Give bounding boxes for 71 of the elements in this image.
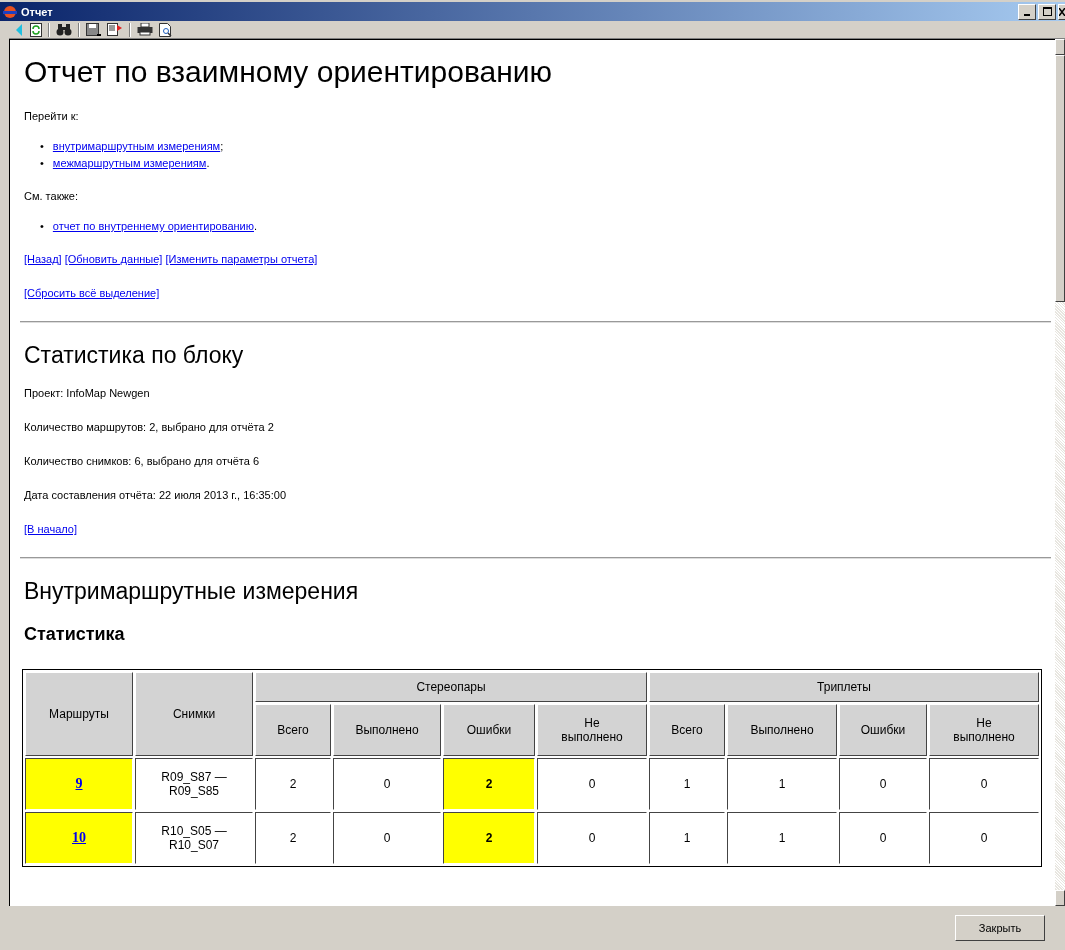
column-header: Маршруты bbox=[25, 672, 133, 756]
info-text: Проект: InfoMap Newgen bbox=[24, 387, 151, 400]
nav-link[interactable]: [Обновить данные] bbox=[64, 253, 163, 265]
subsection-heading: Статистика bbox=[24, 623, 126, 645]
refresh-icon[interactable] bbox=[30, 22, 42, 37]
see-also-label: См. также: bbox=[24, 190, 79, 203]
table-cell: 0 bbox=[839, 758, 927, 810]
section-heading: Внутримаршрутные измерения bbox=[24, 577, 360, 605]
table-cell: 1 bbox=[649, 812, 725, 864]
nav-link[interactable]: [Назад] bbox=[24, 253, 62, 265]
report-link[interactable]: отчет по внутреннему ориентированию bbox=[52, 220, 254, 232]
maximize-icon bbox=[1042, 7, 1052, 16]
reset-selection-link[interactable]: [Сбросить всё выделение] bbox=[24, 287, 160, 299]
list-bullet: • bbox=[40, 140, 44, 153]
printer-icon[interactable] bbox=[137, 23, 153, 36]
column-header: Ошибки bbox=[839, 704, 927, 756]
table-cell: 0 bbox=[929, 812, 1039, 864]
table-cell: 2 bbox=[443, 758, 535, 810]
table-cell: 1 bbox=[727, 758, 837, 810]
report-title: Отчет по взаимному ориентированию bbox=[24, 54, 554, 90]
scroll-thumb[interactable] bbox=[1055, 55, 1065, 302]
info-text: Количество маршрутов: 2, выбрано для отчёта 2 bbox=[24, 421, 275, 434]
group-header: Триплеты bbox=[649, 672, 1039, 702]
punctuation-text: . bbox=[206, 157, 210, 169]
binoculars-icon[interactable] bbox=[56, 23, 72, 36]
maximize-button[interactable] bbox=[1038, 3, 1056, 20]
print-preview-icon[interactable] bbox=[159, 22, 173, 37]
column-header: Не выполнено bbox=[537, 704, 647, 756]
column-header: Ошибки bbox=[443, 704, 535, 756]
table-cell: 0 bbox=[929, 758, 1039, 810]
column-header: Всего bbox=[649, 704, 725, 756]
minimize-icon bbox=[1024, 14, 1030, 16]
goto-label: Перейти к: bbox=[24, 110, 80, 123]
table-cell: 1 bbox=[649, 758, 725, 810]
table-cell: 0 bbox=[839, 812, 927, 864]
table-cell: 0 bbox=[333, 758, 441, 810]
column-header: Всего bbox=[255, 704, 331, 756]
table-cell: 0 bbox=[537, 812, 647, 864]
section-heading: Статистика по блоку bbox=[24, 341, 245, 369]
table-cell: 1 bbox=[727, 812, 837, 864]
table-cell: 2 bbox=[443, 812, 535, 864]
column-header: Снимки bbox=[135, 672, 253, 756]
scroll-up-button[interactable] bbox=[1055, 39, 1065, 55]
route-link[interactable]: 10 bbox=[72, 830, 86, 845]
table-cell: 2 bbox=[255, 758, 331, 810]
info-text: Количество снимков: 6, выбрано для отчёта 6 bbox=[24, 455, 260, 468]
route-link[interactable]: 9 bbox=[75, 776, 83, 791]
table-cell: R09_S87 — R09_S85 bbox=[135, 758, 253, 810]
window-close-button[interactable] bbox=[1058, 3, 1065, 20]
column-header: Не выполнено bbox=[929, 704, 1039, 756]
column-header: Выполнено bbox=[333, 704, 441, 756]
close-icon bbox=[1059, 7, 1065, 16]
window-title: Отчет bbox=[21, 5, 54, 18]
punctuation-text: . bbox=[254, 220, 258, 232]
table-cell: 0 bbox=[333, 812, 441, 864]
info-text: Дата составления отчёта: 22 июля 2013 г., 16:35:00 bbox=[24, 489, 287, 502]
close-button[interactable]: Закрыть bbox=[955, 915, 1045, 941]
punctuation-text: ; bbox=[220, 140, 224, 152]
app-logo-icon bbox=[2, 4, 18, 19]
nav-link[interactable]: [Изменить параметры отчета] bbox=[165, 253, 318, 265]
minimize-button[interactable] bbox=[1018, 3, 1036, 20]
table-cell: 0 bbox=[537, 758, 647, 810]
table-cell: 2 bbox=[255, 812, 331, 864]
scroll-down-button[interactable] bbox=[1055, 890, 1065, 906]
export-icon[interactable] bbox=[107, 22, 123, 37]
table-cell: R10_S05 — R10_S07 bbox=[135, 812, 253, 864]
column-header: Выполнено bbox=[727, 704, 837, 756]
list-bullet: • bbox=[40, 220, 44, 233]
list-bullet: • bbox=[40, 157, 44, 170]
group-header: Стереопары bbox=[255, 672, 647, 702]
to-top-link[interactable]: [В начало] bbox=[24, 523, 77, 535]
